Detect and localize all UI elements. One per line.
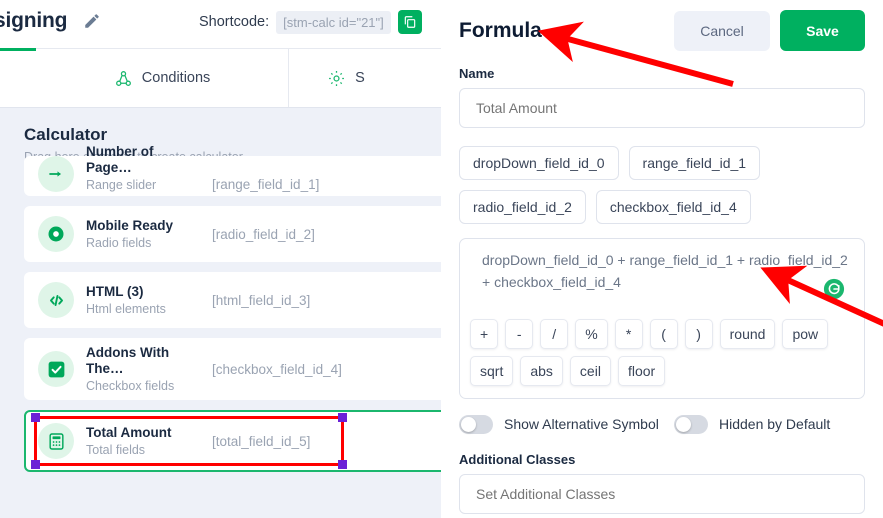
panel-title: Formula — [459, 18, 542, 42]
copy-icon[interactable] — [397, 10, 422, 34]
top-bar: signing Shortcode: [stm-calc id="21"] — [0, 0, 441, 48]
field-chip-dropdown[interactable]: dropDown_field_id_0 — [459, 146, 619, 180]
list-item[interactable]: Addons With The… Checkbox fields [checkb… — [24, 338, 441, 400]
active-tab-indicator — [0, 48, 36, 51]
list-item-name: HTML (3) — [86, 284, 144, 300]
conditions-icon — [114, 69, 133, 88]
operator-multiply[interactable]: * — [614, 319, 643, 349]
radio-icon — [38, 216, 74, 252]
formula-editor: dropDown_field_id_0 + range_field_id_1 +… — [459, 238, 865, 399]
list-item-name: Mobile Ready — [86, 218, 174, 234]
calculator-canvas: Calculator Drag here elements to create … — [0, 108, 441, 518]
list-item[interactable]: Mobile Ready Radio fields [radio_field_i… — [24, 206, 441, 262]
list-item-type: Range slider — [86, 178, 157, 192]
toggle-row: Show Alternative Symbol Hidden by Defaul… — [459, 415, 865, 434]
resize-handle-bottom-left[interactable] — [31, 460, 40, 469]
list-item-id: [range_field_id_1] — [212, 177, 320, 192]
tab-conditions[interactable]: Conditions — [36, 49, 290, 107]
toggle-hidden-by-default[interactable]: Hidden by Default — [674, 415, 830, 434]
toggle-knob — [461, 417, 476, 432]
operator-divide[interactable]: / — [540, 319, 569, 349]
operator-sqrt[interactable]: sqrt — [470, 356, 514, 386]
name-label: Name — [459, 66, 495, 81]
list-item-texts: Mobile Ready Radio fields — [86, 218, 198, 250]
tab-settings-label: S — [355, 70, 365, 86]
tab-conditions-label: Conditions — [141, 70, 211, 86]
resize-handle-top-right[interactable] — [338, 413, 347, 422]
formula-expression[interactable]: dropDown_field_id_0 + range_field_id_1 +… — [460, 239, 864, 311]
field-chip-range[interactable]: range_field_id_1 — [628, 146, 761, 180]
operator-close-paren[interactable]: ) — [684, 319, 713, 349]
page-title: signing — [0, 9, 68, 32]
list-item-name: Number of Page… — [86, 144, 154, 176]
list-item-type: Total fields — [86, 442, 146, 457]
list-item-name: Addons With The… — [86, 345, 170, 376]
list-item-type: Html elements — [86, 301, 166, 316]
toggle-label: Show Alternative Symbol — [504, 416, 659, 433]
shortcode-value: [stm-calc id="21"] — [276, 10, 391, 34]
formula-panel: Formula Cancel Save Name dropDown_field_… — [441, 0, 883, 518]
name-input[interactable] — [459, 88, 865, 128]
list-item-id: [total_field_id_5] — [212, 433, 311, 449]
toggle-switch[interactable] — [674, 415, 708, 434]
list-item-type: Checkbox fields — [86, 378, 175, 393]
operator-round[interactable]: round — [719, 319, 776, 349]
list-item-id: [html_field_id_3] — [212, 292, 311, 308]
toggle-label: Hidden by Default — [719, 416, 831, 433]
calculator-title: Calculator — [24, 125, 108, 144]
save-button[interactable]: Save — [780, 10, 865, 51]
operator-pow[interactable]: pow — [782, 319, 829, 349]
list-item-id: [radio_field_id_2] — [212, 226, 315, 242]
list-item[interactable]: Number of Page… Range slider [range_fiel… — [24, 144, 441, 196]
toggle-switch[interactable] — [459, 415, 493, 434]
refresh-icon[interactable] — [823, 278, 845, 300]
additional-classes-input[interactable] — [459, 474, 865, 514]
toggle-show-alternative-symbol[interactable]: Show Alternative Symbol — [459, 415, 674, 434]
list-item-texts: Addons With The… Checkbox fields — [86, 345, 198, 393]
field-chip-list: dropDown_field_id_0 range_field_id_1 rad… — [459, 146, 865, 224]
resize-handle-bottom-right[interactable] — [338, 460, 347, 469]
operator-abs[interactable]: abs — [520, 356, 563, 386]
operator-floor[interactable]: floor — [617, 356, 666, 386]
list-item-id: [checkbox_field_id_4] — [212, 361, 342, 377]
shortcode-label: Shortcode: — [199, 14, 270, 30]
code-icon — [38, 282, 74, 318]
field-chip-radio[interactable]: radio_field_id_2 — [459, 190, 586, 224]
list-item-type: Radio fields — [86, 235, 152, 250]
operator-percent[interactable]: % — [575, 319, 608, 349]
pencil-icon[interactable] — [83, 12, 101, 30]
cancel-button[interactable]: Cancel — [674, 10, 770, 51]
additional-classes-label: Additional Classes — [459, 452, 576, 467]
calculator-builder-screen: signing Shortcode: [stm-calc id="21"] Co… — [0, 0, 883, 518]
operator-keypad: + - / % * ( ) round pow sqrt abs ceil fl… — [460, 311, 864, 398]
tab-bar: Conditions S — [0, 48, 441, 108]
operator-plus[interactable]: + — [470, 319, 499, 349]
operator-open-paren[interactable]: ( — [649, 319, 678, 349]
left-panel: signing Shortcode: [stm-calc id="21"] Co… — [0, 0, 441, 518]
list-item-selected[interactable]: Total Amount Total fields [total_field_i… — [24, 410, 441, 472]
gear-icon — [327, 69, 346, 88]
list-item-texts: Total Amount Total fields — [86, 425, 198, 457]
list-item-texts: Number of Page… Range slider — [86, 144, 198, 192]
panel-actions: Cancel Save — [674, 10, 865, 51]
calculator-icon — [38, 423, 74, 459]
list-item[interactable]: HTML (3) Html elements [html_field_id_3] — [24, 272, 441, 328]
range-slider-icon — [38, 156, 74, 192]
shortcode-group: Shortcode: [stm-calc id="21"] — [199, 10, 422, 34]
field-chip-checkbox[interactable]: checkbox_field_id_4 — [595, 190, 751, 224]
toggle-knob — [676, 417, 691, 432]
formula-panel-header: Formula Cancel Save — [459, 0, 865, 51]
checkbox-icon — [38, 351, 74, 387]
list-item-texts: HTML (3) Html elements — [86, 284, 198, 316]
tab-settings[interactable]: S — [289, 49, 441, 107]
list-item-name: Total Amount — [86, 425, 172, 441]
operator-ceil[interactable]: ceil — [569, 356, 611, 386]
field-list: Number of Page… Range slider [range_fiel… — [0, 144, 441, 482]
resize-handle-top-left[interactable] — [31, 413, 40, 422]
operator-minus[interactable]: - — [505, 319, 534, 349]
